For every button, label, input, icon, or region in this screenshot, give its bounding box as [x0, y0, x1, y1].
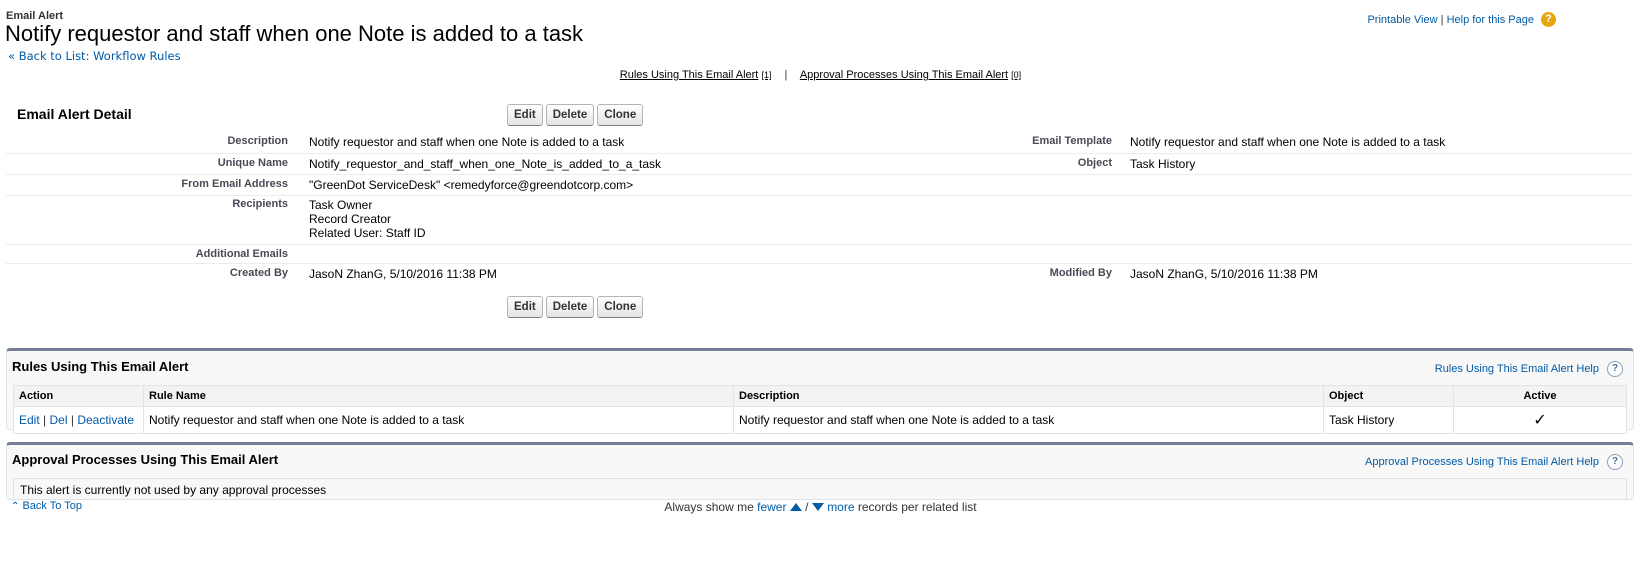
rule-description-cell: Notify requestor and staff when one Note…: [733, 406, 1324, 434]
help-for-page-link[interactable]: Help for this Page: [1447, 14, 1534, 26]
rules-list-help-link[interactable]: Rules Using This Email Alert Help: [1435, 363, 1599, 375]
row-deactivate-link[interactable]: Deactivate: [77, 413, 134, 427]
column-header-rule-name: Rule Name: [143, 385, 734, 407]
detail-row-description: Description Notify requestor and staff w…: [6, 129, 1632, 154]
show-suffix: records per related list: [857, 500, 977, 514]
question-icon[interactable]: ?: [1607, 454, 1623, 470]
recipient-item: Record Creator: [309, 212, 392, 226]
show-slash: /: [805, 500, 809, 514]
approvals-related-list: Approval Processes Using This Email Aler…: [6, 442, 1634, 500]
detail-row-additional-emails: Additional Emails: [6, 245, 1632, 264]
related-list-links: Rules Using This Email Alert [1] | Appro…: [0, 69, 1641, 81]
action-separator: |: [70, 413, 74, 427]
rules-list-title: Rules Using This Email Alert: [12, 359, 189, 374]
rules-table: Action Rule Name Description Object Acti…: [13, 385, 1627, 434]
created-by-value: JasoN ZhanG, 5/10/2016 11:38 PM: [309, 267, 497, 281]
detail-top-buttons: Edit Delete Clone: [507, 104, 644, 126]
detail-bottom-buttons: Edit Delete Clone: [507, 296, 644, 318]
column-header-object: Object: [1323, 385, 1454, 407]
approvals-list-title: Approval Processes Using This Email Aler…: [12, 452, 279, 467]
column-header-action: Action: [13, 385, 144, 407]
modified-by-label: Modified By: [1049, 267, 1112, 279]
arrow-down-icon[interactable]: [811, 503, 824, 511]
column-header-description: Description: [733, 385, 1324, 407]
rule-name-cell[interactable]: Notify requestor and staff when one Note…: [143, 406, 734, 434]
show-prefix: Always show me: [664, 500, 754, 514]
unique-name-label: Unique Name: [217, 157, 288, 169]
created-by-label: Created By: [229, 267, 288, 279]
object-label: Object: [1077, 157, 1112, 169]
row-actions: Edit | Del | Deactivate: [13, 406, 144, 434]
delete-button[interactable]: Delete: [545, 296, 595, 318]
back-to-list-link[interactable]: « Back to List: Workflow Rules: [8, 49, 181, 63]
action-separator: |: [43, 413, 47, 427]
unique-name-value: Notify_requestor_and_staff_when_one_Note…: [309, 157, 662, 171]
modified-by-value: JasoN ZhanG, 5/10/2016 11:38 PM: [1130, 267, 1318, 281]
edit-button[interactable]: Edit: [507, 104, 543, 126]
more-link[interactable]: more: [827, 500, 854, 514]
top-links-separator: |: [1440, 14, 1444, 26]
arrow-up-icon[interactable]: [789, 503, 802, 511]
recipient-item: Task Owner: [309, 198, 373, 212]
row-delete-link[interactable]: Del: [50, 413, 68, 427]
page-top-links: Printable View | Help for this Page: [1367, 14, 1534, 26]
rules-related-link[interactable]: Rules Using This Email Alert: [620, 69, 759, 81]
description-label: Description: [227, 135, 288, 147]
rule-object-cell: Task History: [1323, 406, 1454, 434]
detail-row-created-by: Created By JasoN ZhanG, 5/10/2016 11:38 …: [6, 264, 1632, 286]
question-icon[interactable]: ?: [1607, 361, 1623, 377]
description-value: Notify requestor and staff when one Note…: [309, 135, 625, 149]
detail-section-heading: Email Alert Detail: [17, 106, 132, 122]
rules-related-list: Rules Using This Email Alert Rules Using…: [6, 348, 1634, 434]
column-header-active: Active: [1453, 385, 1627, 407]
clone-button[interactable]: Clone: [597, 296, 644, 318]
delete-button[interactable]: Delete: [545, 104, 595, 126]
detail-row-recipients: Recipients Task Owner Record Creator Rel…: [6, 196, 1632, 245]
related-links-separator: |: [784, 69, 788, 81]
approvals-related-count: [0]: [1011, 70, 1022, 80]
fewer-link[interactable]: fewer: [757, 500, 786, 514]
row-edit-link[interactable]: Edit: [19, 413, 40, 427]
records-per-list-control: Always show me fewer / more records per …: [0, 500, 1641, 514]
clone-button[interactable]: Clone: [597, 104, 644, 126]
from-email-label: From Email Address: [181, 178, 288, 190]
email-template-label: Email Template: [1032, 135, 1112, 147]
additional-emails-label: Additional Emails: [195, 248, 288, 260]
email-template-value: Notify requestor and staff when one Note…: [1130, 135, 1446, 149]
from-email-value: "GreenDot ServiceDesk" <remedyforce@gree…: [309, 178, 634, 192]
detail-row-unique-name: Unique Name Notify_requestor_and_staff_w…: [6, 154, 1632, 175]
printable-view-link[interactable]: Printable View: [1367, 14, 1437, 26]
page-title: Notify requestor and staff when one Note…: [5, 21, 584, 46]
approvals-related-link[interactable]: Approval Processes Using This Email Aler…: [800, 69, 1008, 81]
table-row: Edit | Del | Deactivate Notify requestor…: [13, 406, 1627, 434]
detail-row-from-email: From Email Address "GreenDot ServiceDesk…: [6, 175, 1632, 196]
recipient-item: Related User: Staff ID: [309, 226, 426, 240]
active-check-icon: ✓: [1453, 406, 1627, 434]
approvals-empty-message: This alert is currently not used by any …: [13, 478, 1627, 500]
help-icon[interactable]: ?: [1541, 12, 1556, 27]
recipients-value: Task Owner Record Creator Related User: …: [309, 198, 426, 240]
table-header-row: Action Rule Name Description Object Acti…: [13, 385, 1627, 407]
rules-related-count: [1]: [761, 70, 772, 80]
object-value: Task History: [1130, 157, 1196, 171]
approvals-list-help-link[interactable]: Approval Processes Using This Email Aler…: [1365, 456, 1599, 468]
edit-button[interactable]: Edit: [507, 296, 543, 318]
recipients-label: Recipients: [232, 198, 288, 210]
